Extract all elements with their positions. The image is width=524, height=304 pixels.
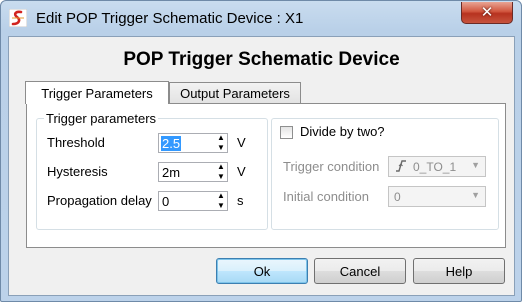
close-icon: ✕ xyxy=(480,3,494,21)
threshold-label: Threshold xyxy=(47,135,105,150)
trigger-condition-select[interactable]: 0_TO_1 ▼ xyxy=(388,156,486,177)
spin-down-icon[interactable]: ▼ xyxy=(214,201,228,211)
hysteresis-spinner[interactable]: ▲ ▼ xyxy=(214,162,228,182)
propagation-delay-label: Propagation delay xyxy=(47,193,152,208)
tab-trigger-parameters[interactable]: Trigger Parameters xyxy=(25,81,169,104)
divide-by-two-group: Divide by two? Trigger condition 0_TO_1 … xyxy=(271,118,499,230)
propagation-delay-value: 0 xyxy=(162,194,170,209)
spin-up-icon[interactable]: ▲ xyxy=(214,133,228,143)
spin-up-icon[interactable]: ▲ xyxy=(214,191,228,201)
window-title: Edit POP Trigger Schematic Device : X1 xyxy=(36,10,304,27)
propagation-delay-unit: s xyxy=(237,193,244,208)
threshold-unit: V xyxy=(237,135,246,150)
divide-by-two-checkbox[interactable] xyxy=(280,126,293,139)
trigger-condition-value: 0_TO_1 xyxy=(413,160,457,174)
rising-edge-icon xyxy=(395,159,407,176)
dialog-heading: POP Trigger Schematic Device xyxy=(123,49,400,70)
close-button[interactable]: ✕ xyxy=(461,2,513,24)
spin-down-icon[interactable]: ▼ xyxy=(214,172,228,182)
dialog-window: Edit POP Trigger Schematic Device : X1 ✕… xyxy=(0,0,522,302)
propagation-delay-input[interactable]: 0 ▲ ▼ xyxy=(158,191,228,211)
initial-condition-select[interactable]: 0 ▼ xyxy=(388,186,486,207)
threshold-value: 2.5 xyxy=(161,136,182,151)
hysteresis-input[interactable]: 2m ▲ ▼ xyxy=(158,162,228,182)
cancel-button[interactable]: Cancel xyxy=(314,258,406,284)
chevron-down-icon: ▼ xyxy=(471,160,480,170)
tab-panel: Trigger parameters Threshold 2.5 ▲ ▼ V H… xyxy=(26,103,506,248)
hysteresis-label: Hysteresis xyxy=(47,164,108,179)
threshold-spinner[interactable]: ▲ ▼ xyxy=(214,133,228,153)
title-bar[interactable]: Edit POP Trigger Schematic Device : X1 ✕ xyxy=(1,1,523,35)
dialog-client-area: POP Trigger Schematic Device Trigger Par… xyxy=(8,36,515,296)
hysteresis-value: 2m xyxy=(162,165,181,180)
help-button[interactable]: Help xyxy=(413,258,505,284)
threshold-input[interactable]: 2.5 ▲ ▼ xyxy=(158,133,228,153)
propagation-delay-spinner[interactable]: ▲ ▼ xyxy=(214,191,228,211)
trigger-condition-label: Trigger condition xyxy=(283,159,380,174)
tab-output-parameters[interactable]: Output Parameters xyxy=(169,82,301,104)
spin-up-icon[interactable]: ▲ xyxy=(214,162,228,172)
simetrix-logo-icon xyxy=(9,9,27,27)
chevron-down-icon: ▼ xyxy=(471,190,480,200)
spin-down-icon[interactable]: ▼ xyxy=(214,143,228,153)
trigger-parameters-group: Trigger parameters Threshold 2.5 ▲ ▼ V H… xyxy=(36,111,268,230)
divide-by-two-label[interactable]: Divide by two? xyxy=(300,124,385,139)
initial-condition-label: Initial condition xyxy=(283,189,369,204)
hysteresis-unit: V xyxy=(237,164,246,179)
ok-button[interactable]: Ok xyxy=(216,258,308,284)
group-legend: Trigger parameters xyxy=(44,111,159,126)
initial-condition-value: 0 xyxy=(394,190,401,204)
